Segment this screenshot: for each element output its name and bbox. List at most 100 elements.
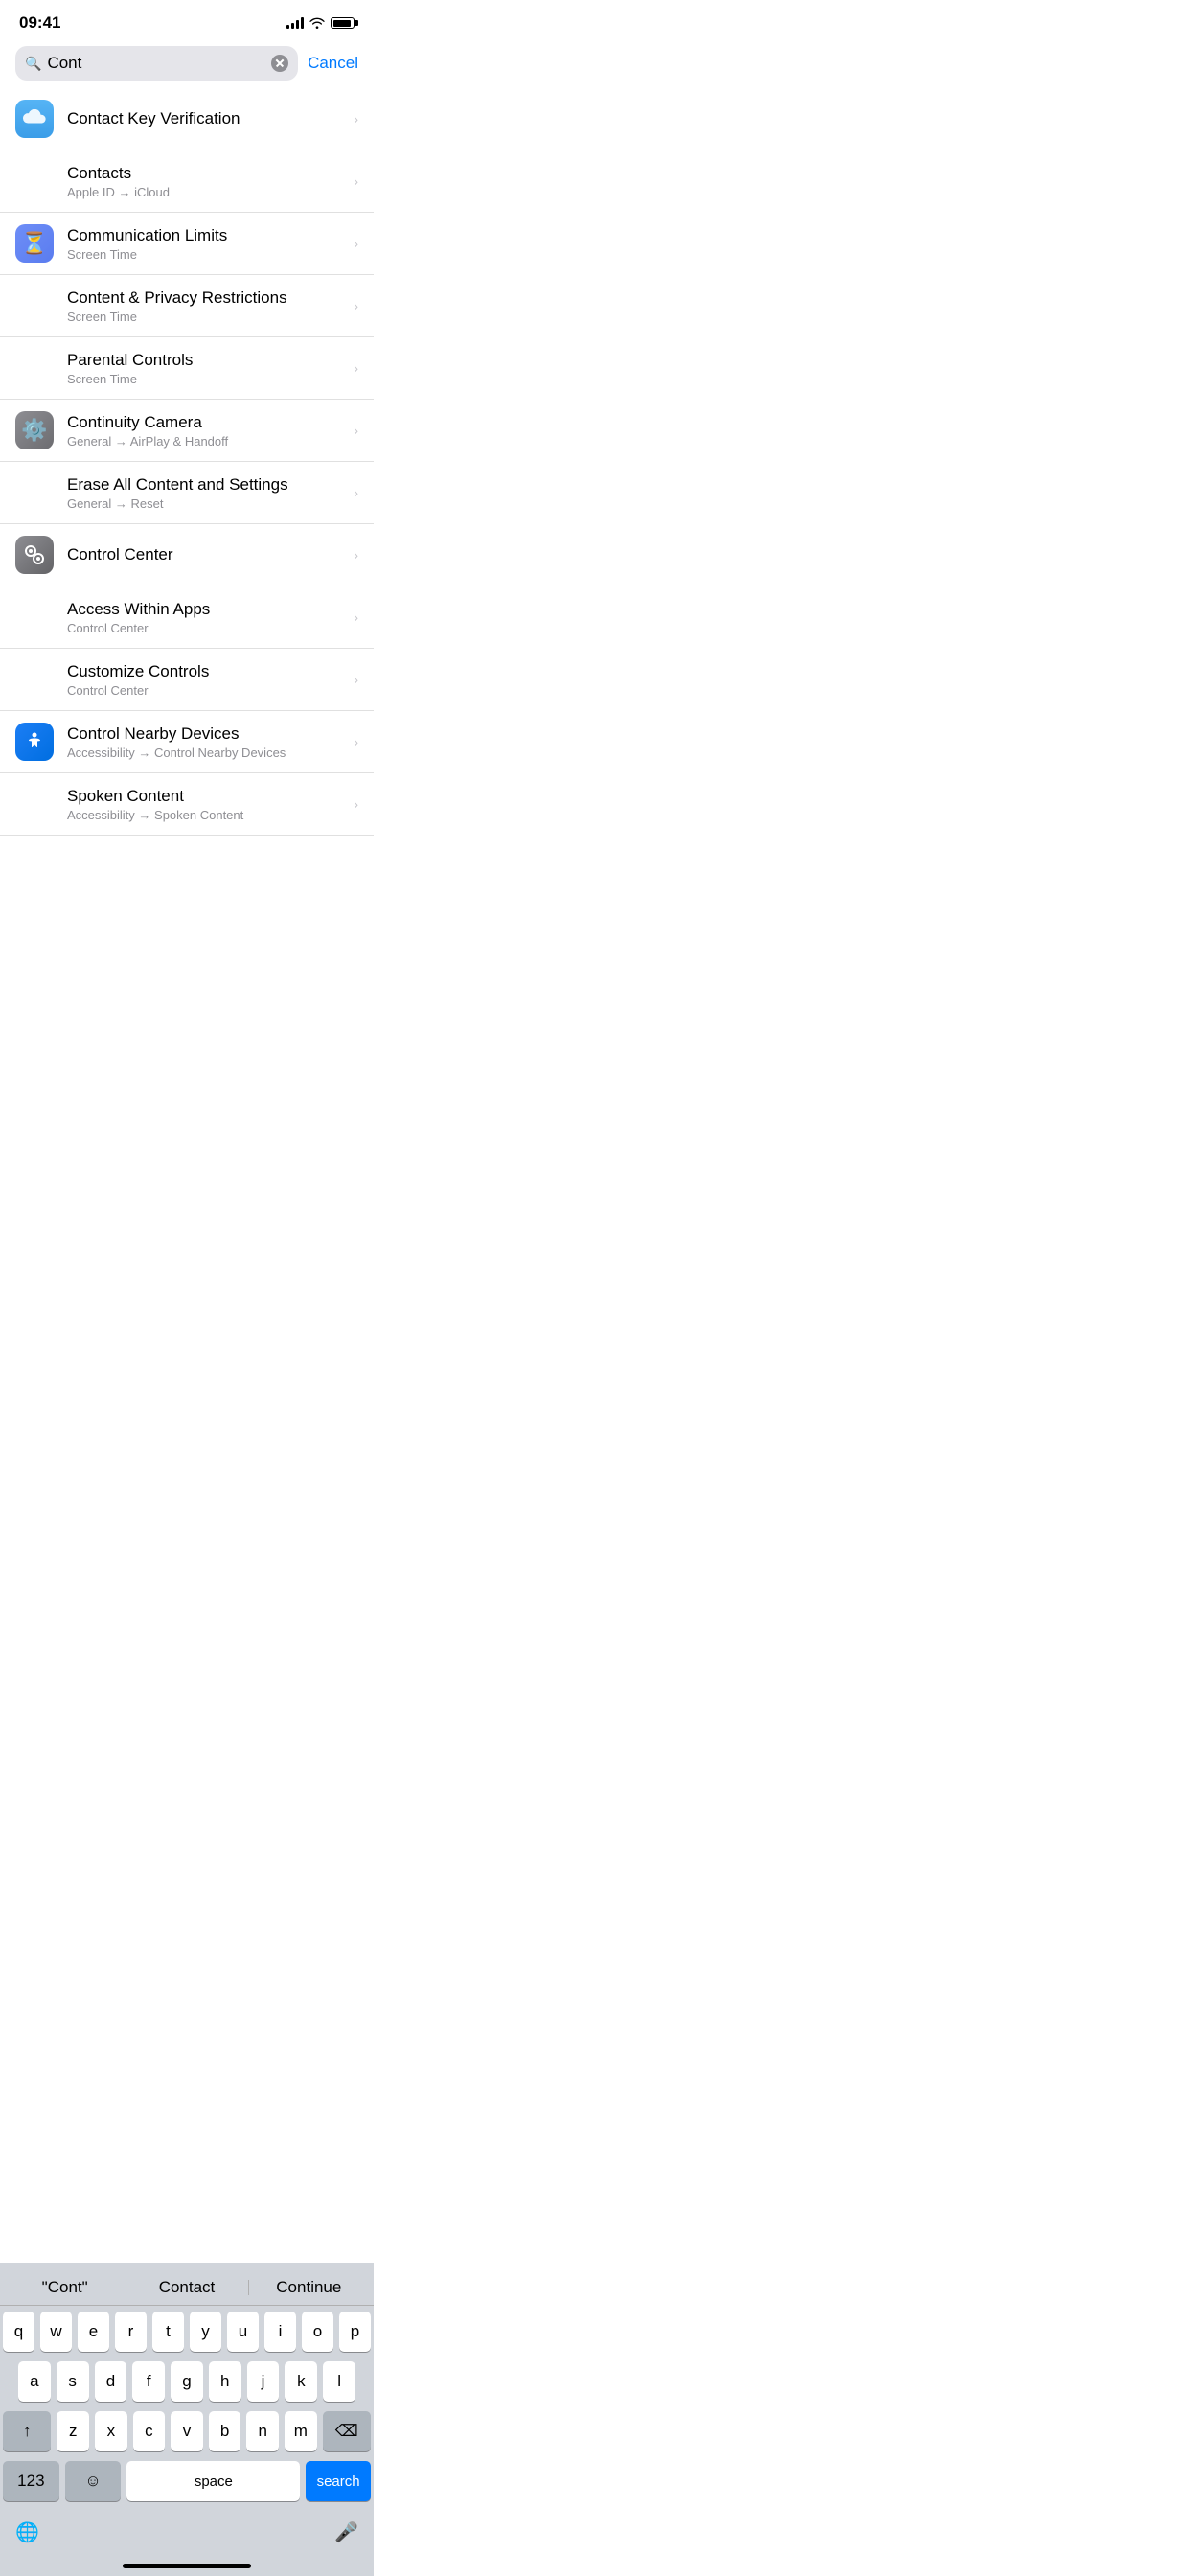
- result-subtitle: General → Reset: [67, 496, 340, 511]
- globe-icon[interactable]: 🌐: [15, 2520, 39, 2544]
- list-item[interactable]: Access Within Apps Control Center ›: [0, 586, 374, 649]
- autocomplete-item[interactable]: Continue: [248, 2278, 370, 2297]
- result-text: Parental Controls Screen Time: [67, 351, 340, 386]
- search-input-wrap[interactable]: 🔍: [15, 46, 298, 80]
- key-f[interactable]: f: [132, 2361, 165, 2402]
- chevron-right-icon: ›: [354, 734, 358, 749]
- signal-icon: [286, 17, 304, 29]
- key-k[interactable]: k: [285, 2361, 317, 2402]
- key-o[interactable]: o: [302, 2312, 333, 2352]
- chevron-right-icon: ›: [354, 236, 358, 251]
- list-item[interactable]: Content & Privacy Restrictions Screen Ti…: [0, 275, 374, 337]
- search-icon: 🔍: [25, 56, 41, 72]
- key-u[interactable]: u: [227, 2312, 259, 2352]
- list-item[interactable]: Spoken Content Accessibility → Spoken Co…: [0, 773, 374, 836]
- key-r[interactable]: r: [115, 2312, 147, 2352]
- numbers-key[interactable]: 123: [3, 2461, 59, 2501]
- list-item[interactable]: Erase All Content and Settings General →…: [0, 462, 374, 524]
- result-subtitle: Accessibility → Control Nearby Devices: [67, 746, 340, 760]
- key-c[interactable]: c: [133, 2411, 166, 2451]
- cloud-icon: [15, 100, 54, 138]
- chevron-right-icon: ›: [354, 360, 358, 376]
- mic-icon[interactable]: 🎤: [334, 2520, 358, 2544]
- general-icon: ⚙️: [15, 411, 54, 449]
- key-b[interactable]: b: [209, 2411, 241, 2451]
- key-l[interactable]: l: [323, 2361, 355, 2402]
- list-item[interactable]: Contacts Apple ID → iCloud ›: [0, 150, 374, 213]
- key-s[interactable]: s: [57, 2361, 89, 2402]
- key-j[interactable]: j: [247, 2361, 280, 2402]
- result-title: Continuity Camera: [67, 413, 340, 432]
- bottom-bar: 🌐 🎤: [0, 2515, 374, 2560]
- list-item[interactable]: Control Center ›: [0, 524, 374, 586]
- key-a[interactable]: a: [18, 2361, 51, 2402]
- accessibility-icon: [15, 723, 54, 761]
- autocomplete-item[interactable]: Contact: [126, 2278, 247, 2297]
- result-text: Contact Key Verification: [67, 109, 340, 128]
- result-title: Access Within Apps: [67, 600, 340, 619]
- key-g[interactable]: g: [171, 2361, 203, 2402]
- key-t[interactable]: t: [152, 2312, 184, 2352]
- icon-placeholder: [15, 598, 54, 636]
- result-text: Contacts Apple ID → iCloud: [67, 164, 340, 199]
- search-key[interactable]: search: [306, 2461, 371, 2501]
- battery-icon: [331, 17, 355, 29]
- list-item[interactable]: Parental Controls Screen Time ›: [0, 337, 374, 400]
- key-n[interactable]: n: [246, 2411, 279, 2451]
- home-bar: [123, 2564, 251, 2568]
- list-item[interactable]: ⚙️ Continuity Camera General → AirPlay &…: [0, 400, 374, 462]
- key-p[interactable]: p: [339, 2312, 371, 2352]
- shift-key[interactable]: ↑: [3, 2411, 51, 2451]
- chevron-right-icon: ›: [354, 610, 358, 625]
- autocomplete-item[interactable]: "Cont": [4, 2278, 126, 2297]
- key-h[interactable]: h: [209, 2361, 241, 2402]
- result-subtitle: Screen Time: [67, 247, 340, 262]
- delete-key[interactable]: ⌫: [323, 2411, 371, 2451]
- chevron-right-icon: ›: [354, 423, 358, 438]
- result-text: Continuity Camera General → AirPlay & Ha…: [67, 413, 340, 448]
- status-bar: 09:41: [0, 0, 374, 38]
- chevron-right-icon: ›: [354, 298, 358, 313]
- result-text: Spoken Content Accessibility → Spoken Co…: [67, 787, 340, 822]
- cancel-button[interactable]: Cancel: [308, 54, 358, 73]
- key-e[interactable]: e: [78, 2312, 109, 2352]
- result-text: Control Nearby Devices Accessibility → C…: [67, 724, 340, 760]
- autocomplete-row: "Cont" Contact Continue: [0, 2270, 374, 2306]
- screen-time-icon: ⏳: [15, 224, 54, 263]
- search-input[interactable]: [47, 54, 265, 73]
- result-text: Access Within Apps Control Center: [67, 600, 340, 635]
- result-title: Contacts: [67, 164, 340, 183]
- list-item[interactable]: ⏳ Communication Limits Screen Time ›: [0, 213, 374, 275]
- result-subtitle: Apple ID → iCloud: [67, 185, 340, 199]
- list-item[interactable]: Contact Key Verification ›: [0, 88, 374, 150]
- result-text: Customize Controls Control Center: [67, 662, 340, 698]
- key-d[interactable]: d: [95, 2361, 127, 2402]
- list-item[interactable]: Control Nearby Devices Accessibility → C…: [0, 711, 374, 773]
- key-m[interactable]: m: [285, 2411, 317, 2451]
- result-title: Spoken Content: [67, 787, 340, 806]
- result-title: Communication Limits: [67, 226, 340, 245]
- key-row-2: a s d f g h j k l: [3, 2361, 371, 2402]
- key-i[interactable]: i: [264, 2312, 296, 2352]
- status-time: 09:41: [19, 13, 60, 33]
- icon-placeholder: [15, 162, 54, 200]
- key-row-1: q w e r t y u i o p: [3, 2312, 371, 2352]
- key-y[interactable]: y: [190, 2312, 221, 2352]
- key-w[interactable]: w: [40, 2312, 72, 2352]
- result-subtitle: Screen Time: [67, 372, 340, 386]
- key-q[interactable]: q: [3, 2312, 34, 2352]
- chevron-right-icon: ›: [354, 796, 358, 812]
- chevron-right-icon: ›: [354, 485, 358, 500]
- result-title: Control Nearby Devices: [67, 724, 340, 744]
- key-x[interactable]: x: [95, 2411, 127, 2451]
- list-item[interactable]: Customize Controls Control Center ›: [0, 649, 374, 711]
- emoji-key[interactable]: ☺: [65, 2461, 122, 2501]
- result-title: Customize Controls: [67, 662, 340, 681]
- clear-button[interactable]: [271, 55, 288, 72]
- space-key[interactable]: space: [126, 2461, 300, 2501]
- results-list: Contact Key Verification › Contacts Appl…: [0, 88, 374, 836]
- result-text: Content & Privacy Restrictions Screen Ti…: [67, 288, 340, 324]
- key-z[interactable]: z: [57, 2411, 89, 2451]
- key-v[interactable]: v: [171, 2411, 203, 2451]
- result-title: Erase All Content and Settings: [67, 475, 340, 494]
